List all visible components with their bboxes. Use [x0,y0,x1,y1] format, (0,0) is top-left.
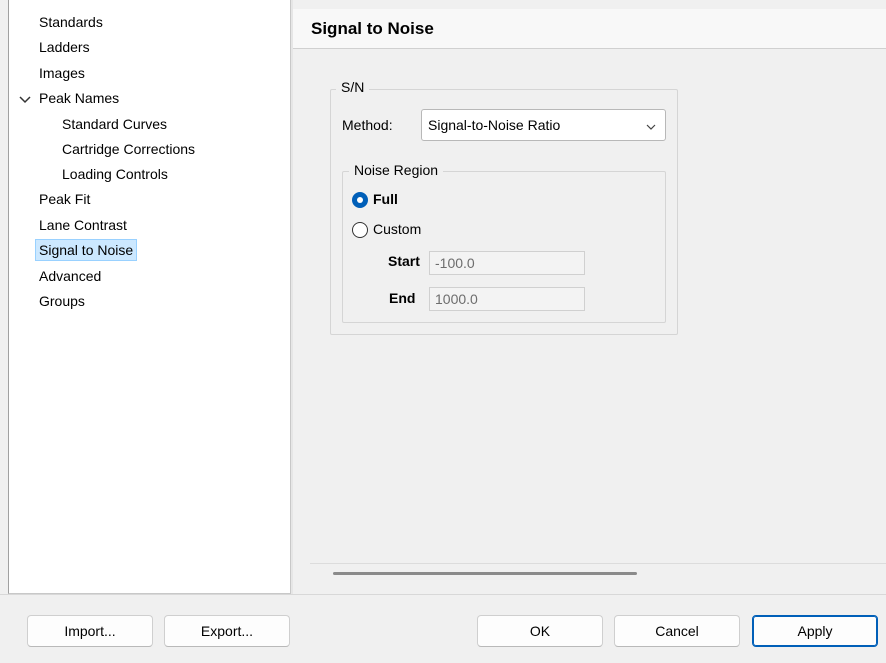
tree-item-signal-to-noise[interactable]: Signal to Noise [35,239,138,261]
horizontal-scrollbar-track [310,563,886,564]
start-label: Start [388,253,420,269]
tree-item-advanced[interactable]: Advanced [36,265,104,287]
tree-item-peak-fit[interactable]: Peak Fit [36,188,93,210]
ok-button[interactable]: OK [477,615,603,647]
tree-item-standard-curves[interactable]: Standard Curves [59,113,170,135]
cancel-button[interactable]: Cancel [614,615,740,647]
method-label: Method: [342,117,393,133]
settings-panel: Signal to Noise S/N Method: Signal-to-No… [293,0,886,594]
tree-item-standards[interactable]: Standards [36,11,106,33]
chevron-down-icon [645,120,657,132]
end-input[interactable]: 1000.0 [429,287,585,311]
tree-item-lane-contrast[interactable]: Lane Contrast [36,214,130,236]
horizontal-scrollbar[interactable] [333,572,637,575]
method-select[interactable]: Signal-to-Noise Ratio [421,109,666,141]
tree-item-groups[interactable]: Groups [36,290,88,312]
import-button[interactable]: Import... [27,615,153,647]
apply-button[interactable]: Apply [752,615,878,647]
sn-group-title: S/N [336,79,370,95]
panel-header: Signal to Noise [293,9,886,49]
settings-tree: Standards Ladders Images Peak Names Stan… [8,0,290,594]
radio-full-indicator[interactable] [352,192,368,208]
radio-full-label: Full [373,191,398,207]
tree-item-cartridge-corrections[interactable]: Cartridge Corrections [59,138,198,160]
chevron-down-icon[interactable] [17,92,33,108]
tree-item-images[interactable]: Images [36,62,88,84]
page-title: Signal to Noise [311,19,434,38]
tree-item-loading-controls[interactable]: Loading Controls [59,163,171,185]
radio-custom-label: Custom [373,221,422,237]
radio-custom-indicator[interactable] [352,222,368,238]
noise-region-title: Noise Region [349,162,444,178]
export-button[interactable]: Export... [164,615,290,647]
tree-item-ladders[interactable]: Ladders [36,36,93,58]
method-select-value: Signal-to-Noise Ratio [428,117,561,133]
start-input[interactable]: -100.0 [429,251,585,275]
tree-item-peak-names[interactable]: Peak Names [36,87,122,109]
end-label: End [389,290,416,306]
dialog-footer: Import... Export... OK Cancel Apply [0,594,886,663]
